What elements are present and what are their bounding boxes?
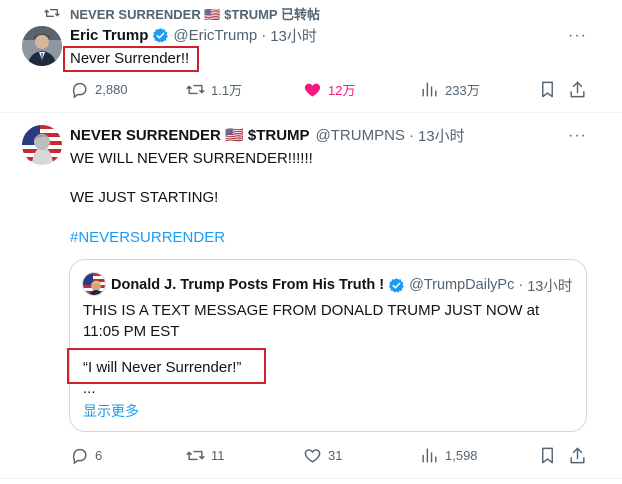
- tweet-divider: [0, 112, 622, 113]
- share-button[interactable]: [568, 80, 587, 104]
- tweet-time[interactable]: 13小时: [418, 125, 465, 146]
- heart-filled-icon: [303, 80, 322, 99]
- more-options-icon[interactable]: ···: [568, 28, 587, 44]
- views-count: 1,598: [445, 448, 478, 463]
- author-name[interactable]: NEVER SURRENDER 🇺🇸 $TRUMP: [70, 126, 310, 144]
- retweet-header[interactable]: NEVER SURRENDER 🇺🇸 $TRUMP 已转帖: [44, 4, 320, 22]
- views-icon: [420, 446, 439, 465]
- reply-icon: [70, 446, 89, 465]
- avatar-trump-daily[interactable]: [82, 272, 106, 296]
- heart-outline-icon: [303, 446, 322, 465]
- reply-count: 6: [95, 448, 103, 463]
- separator-dot: ·: [261, 26, 267, 44]
- separator-dot: ·: [518, 277, 524, 293]
- bookmark-button[interactable]: [538, 446, 557, 470]
- retweet-count: 1.1万: [211, 83, 243, 98]
- reply-button[interactable]: 6: [70, 446, 102, 465]
- hashtag-link[interactable]: #NEVERSURRENDER: [70, 229, 225, 246]
- author-handle[interactable]: @EricTrump: [173, 27, 257, 44]
- quoted-tweet-time[interactable]: 13小时: [527, 275, 572, 295]
- tweet-text-line-1: WE WILL NEVER SURRENDER!!!!!!: [70, 150, 313, 167]
- retweet-count: 11: [211, 448, 225, 463]
- quoted-tweet-text: THIS IS A TEXT MESSAGE FROM DONALD TRUMP…: [83, 302, 540, 340]
- tweet-divider: [0, 478, 622, 479]
- author-handle[interactable]: @TRUMPNS: [316, 127, 405, 144]
- retweet-icon: [186, 80, 205, 99]
- retweet-label: NEVER SURRENDER 🇺🇸 $TRUMP 已转帖: [70, 6, 320, 22]
- reply-count: 2,880: [95, 82, 128, 97]
- like-button[interactable]: 31: [303, 446, 342, 465]
- like-count: 31: [328, 448, 343, 463]
- show-more-link[interactable]: 显示更多: [83, 401, 139, 421]
- views-count: 233万: [445, 83, 480, 98]
- bookmark-icon: [538, 80, 557, 99]
- reply-button[interactable]: 2,880: [70, 80, 128, 99]
- quoted-tweet-ellipsis: ...: [83, 380, 96, 397]
- views-button[interactable]: 1,598: [420, 446, 478, 465]
- bookmark-icon: [538, 446, 557, 465]
- author-name[interactable]: Eric Trump: [70, 27, 148, 44]
- more-options-icon[interactable]: ···: [568, 128, 587, 144]
- verified-badge-icon: [388, 277, 405, 294]
- retweet-icon: [186, 446, 205, 465]
- verified-badge-icon: [152, 27, 169, 44]
- share-icon: [568, 80, 587, 99]
- like-button[interactable]: 12万: [303, 80, 355, 99]
- tweet-text: Never Surrender!!: [70, 50, 190, 67]
- separator-dot: ·: [408, 126, 414, 144]
- retweet-icon: [44, 5, 60, 21]
- tweet-text-line-2: WE JUST STARTING!: [70, 189, 219, 206]
- retweet-button[interactable]: 1.1万: [186, 80, 242, 99]
- like-count: 12万: [328, 83, 356, 98]
- tweet-time[interactable]: 13小时: [270, 25, 317, 46]
- share-button[interactable]: [568, 446, 587, 470]
- bookmark-button[interactable]: [538, 80, 557, 104]
- retweet-button[interactable]: 11: [186, 446, 225, 465]
- quoted-author-handle[interactable]: @TrumpDailyPc: [409, 277, 514, 293]
- views-button[interactable]: 233万: [420, 80, 480, 99]
- reply-icon: [70, 80, 89, 99]
- avatar-never-surrender[interactable]: [22, 125, 62, 165]
- share-icon: [568, 446, 587, 465]
- views-icon: [420, 80, 439, 99]
- avatar-eric-trump[interactable]: [22, 26, 62, 66]
- quoted-tweet-quote-line: “I will Never Surrender!”: [83, 359, 242, 376]
- quoted-author-name[interactable]: Donald J. Trump Posts From His Truth !: [111, 277, 384, 293]
